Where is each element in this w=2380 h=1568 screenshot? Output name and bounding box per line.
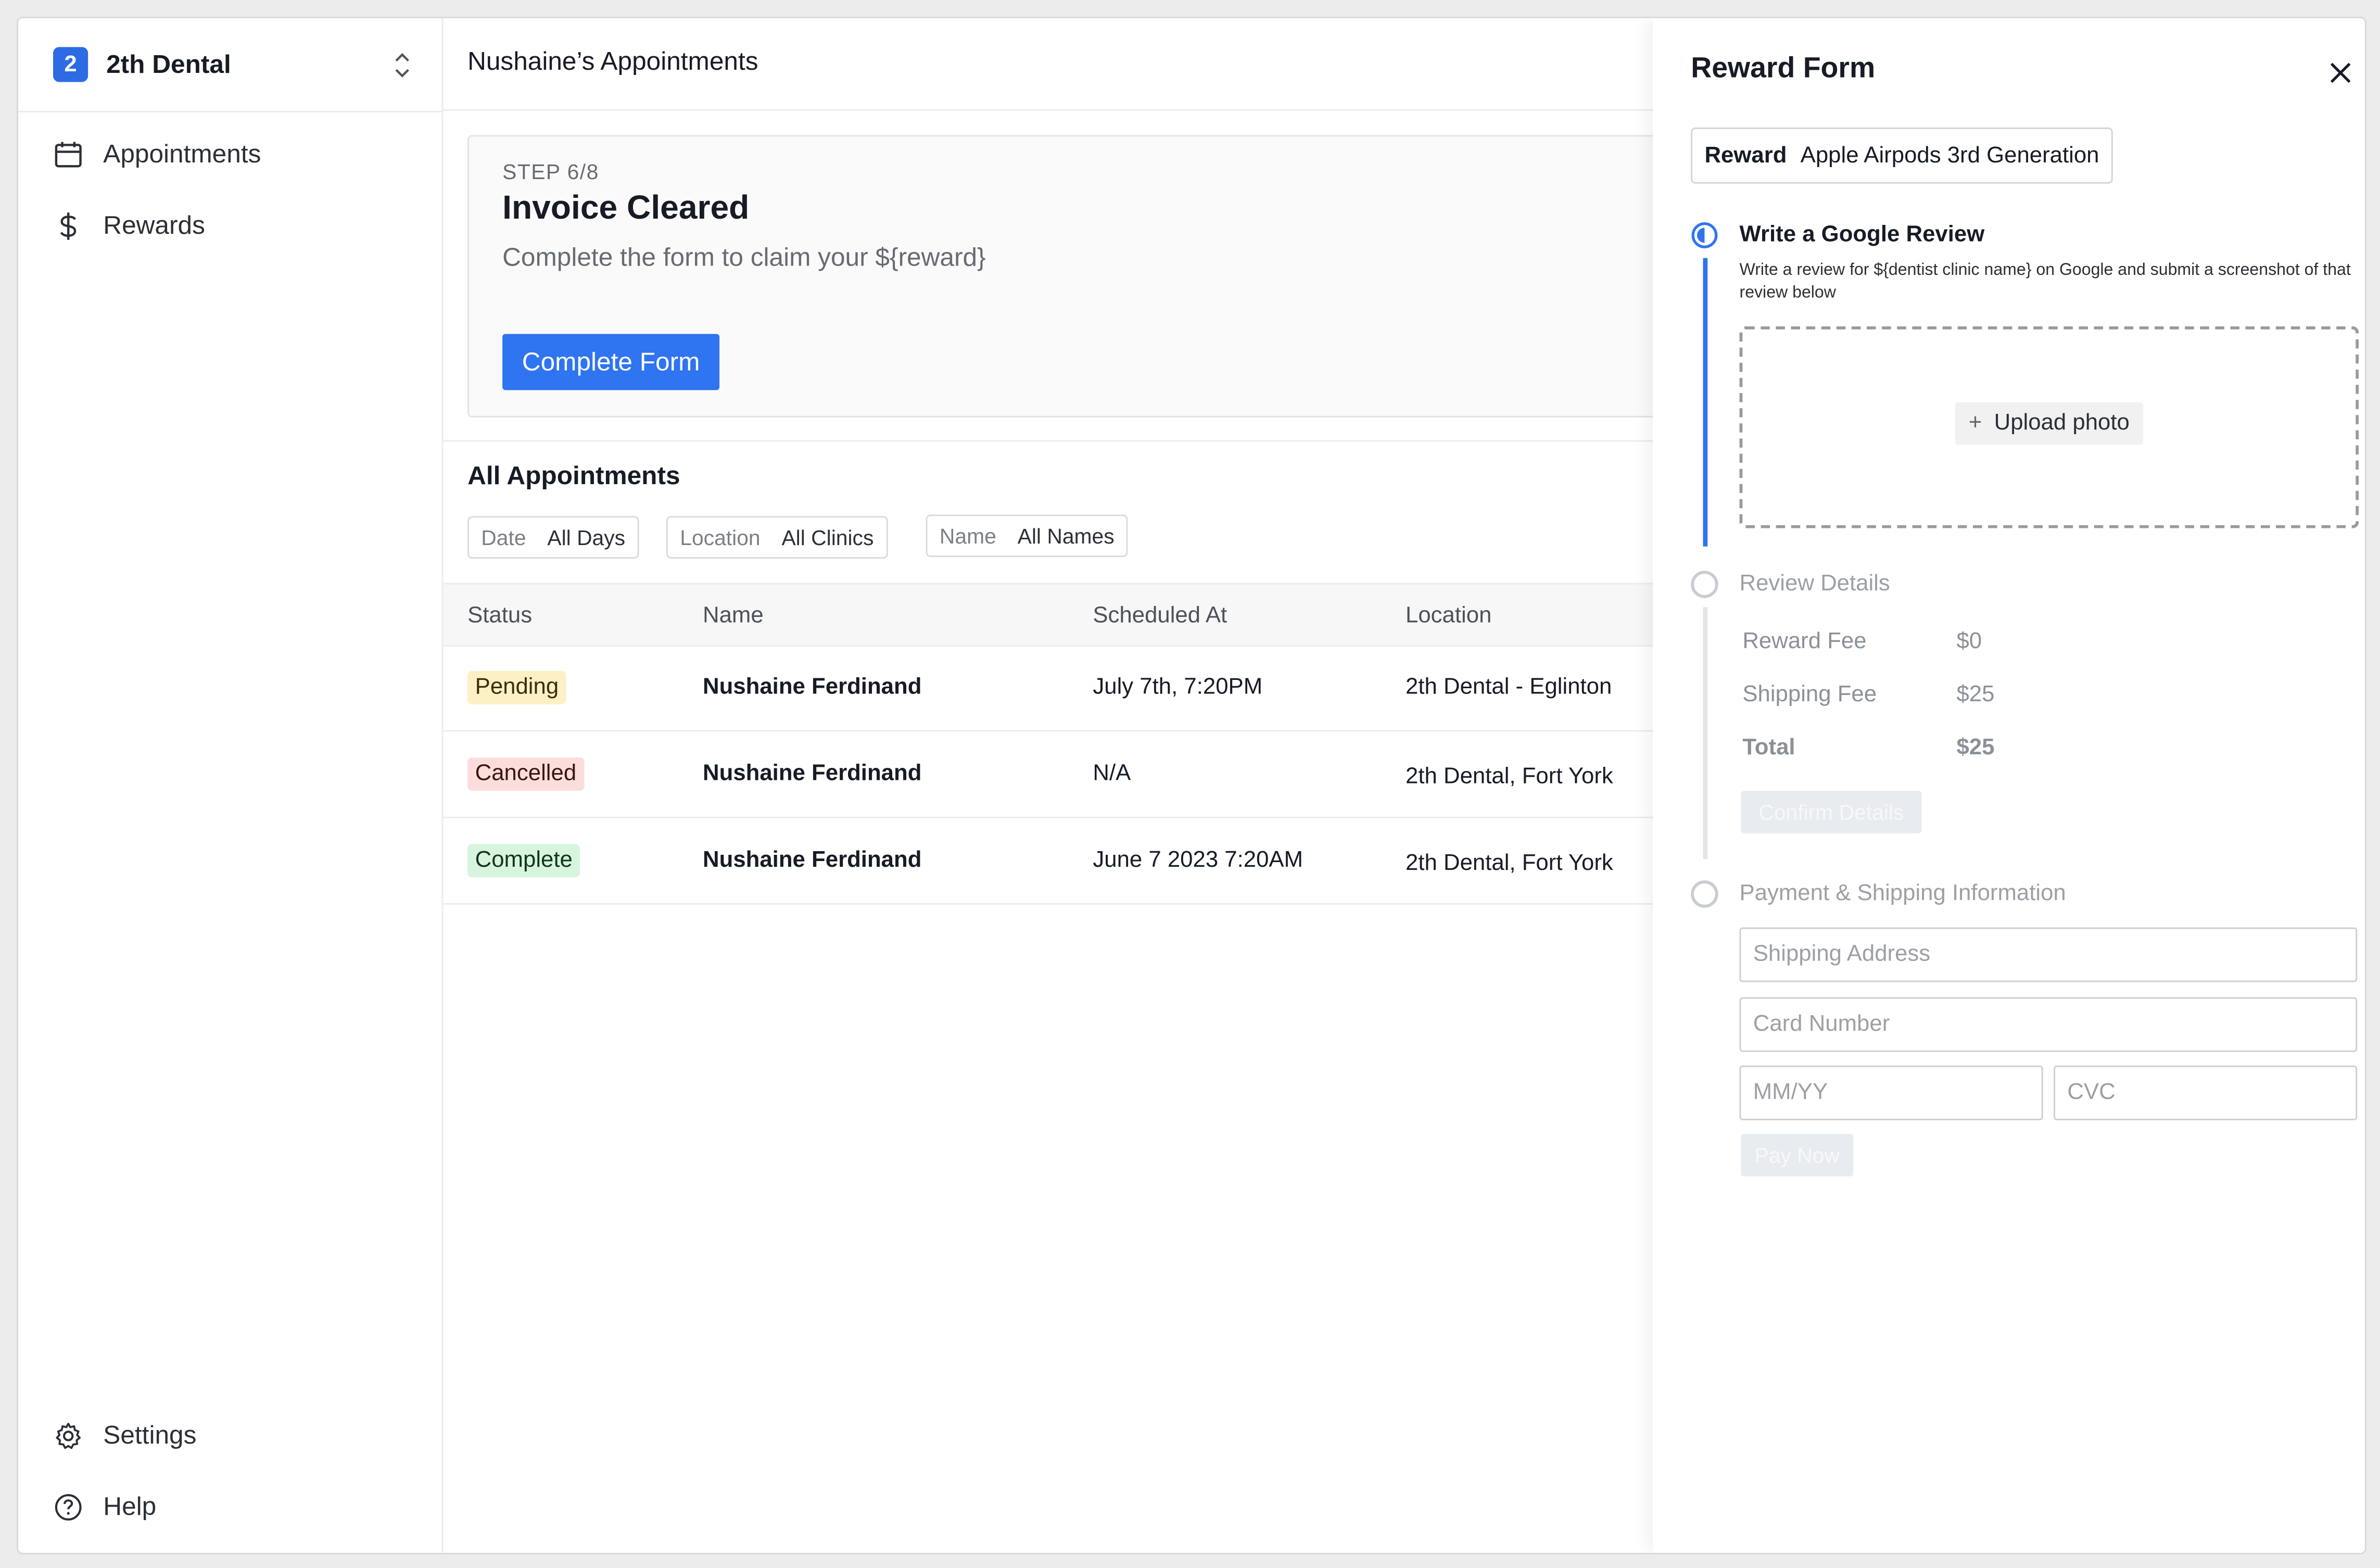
shipping-fee-value: $25: [1956, 681, 1995, 707]
chevron-up-down-icon: [395, 53, 409, 78]
card-number-field[interactable]: Card Number: [1739, 997, 2358, 1052]
status-badge: Pending: [467, 671, 566, 704]
column-header-location[interactable]: Location: [1406, 603, 1491, 629]
confirm-details-button[interactable]: Confirm Details: [1741, 791, 1922, 833]
shipping-address-field[interactable]: Shipping Address: [1739, 927, 2358, 982]
clinic-switcher[interactable]: 2 2th Dental: [18, 18, 442, 112]
sidebar-item-label: Appointments: [103, 140, 261, 169]
column-header-status[interactable]: Status: [467, 603, 532, 629]
scheduled-at: N/A: [1093, 760, 1131, 787]
expiry-field[interactable]: MM/YY: [1739, 1065, 2043, 1120]
step-details-title: Review Details: [1739, 571, 1890, 597]
location: 2th Dental, Fort York: [1406, 850, 1613, 876]
table-row[interactable]: Cancelled Nushaine Ferdinand N/A 2th Den…: [443, 731, 1658, 818]
date-filter[interactable]: Date All Days: [467, 516, 639, 559]
reward-summary: Reward Apple Airpods 3rd Generation: [1691, 127, 2113, 184]
plus-icon: +: [1968, 410, 1982, 436]
step-in-progress-icon: [1691, 222, 1718, 248]
dollar-icon: [60, 212, 77, 240]
status-badge: Complete: [467, 844, 580, 878]
shipping-fee-label: Shipping Fee: [1742, 681, 1877, 707]
calendar-icon: [55, 142, 82, 168]
pay-now-button[interactable]: Pay Now: [1741, 1134, 1854, 1177]
help-circle-icon: [55, 1494, 82, 1521]
reward-fee-label: Reward Fee: [1742, 628, 1867, 654]
location: 2th Dental - Eglinton: [1406, 674, 1612, 700]
patient-name: Nushaine Ferdinand: [703, 760, 922, 787]
close-icon[interactable]: [2328, 61, 2353, 85]
sidebar-item-label: Help: [103, 1492, 157, 1521]
gear-icon: [56, 1423, 81, 1449]
app-window: 2 2th Dental Appointments Rewards Settin…: [17, 17, 2366, 1554]
sidebar-item-appointments[interactable]: Appointments: [53, 135, 261, 175]
scheduled-at: June 7 2023 7:20AM: [1093, 847, 1303, 873]
step-description: Complete the form to claim your ${reward…: [502, 243, 986, 272]
step-pending-icon: [1691, 880, 1718, 908]
reward-label: Reward: [1704, 143, 1787, 169]
step-payment-title: Payment & Shipping Information: [1739, 880, 2066, 906]
step-review-title: Write a Google Review: [1739, 221, 1985, 248]
panel-title: Reward Form: [1691, 53, 1876, 85]
location: 2th Dental, Fort York: [1406, 763, 1613, 790]
step-review-hint: Write a review for ${dentist clinic name…: [1739, 261, 2351, 302]
sidebar-item-help[interactable]: Help: [53, 1487, 156, 1527]
name-filter[interactable]: Name All Names: [926, 514, 1128, 558]
status-badge: Cancelled: [467, 757, 584, 791]
table-row[interactable]: Complete Nushaine Ferdinand June 7 2023 …: [443, 818, 1658, 905]
table-row[interactable]: Pending Nushaine Ferdinand July 7th, 7:2…: [443, 645, 1658, 732]
section-title: All Appointments: [467, 461, 680, 490]
filter-label: Location: [680, 525, 761, 550]
filter-value: All Names: [1017, 523, 1115, 548]
main-header: Nushaine’s Appointments: [443, 18, 1658, 111]
step-pending-icon: [1691, 571, 1718, 598]
patient-name: Nushaine Ferdinand: [703, 847, 922, 873]
upload-dropzone[interactable]: + Upload photo: [1739, 326, 2359, 528]
filter-value: All Days: [547, 525, 626, 550]
column-header-name[interactable]: Name: [703, 603, 764, 629]
sidebar: 2 2th Dental Appointments Rewards Settin…: [18, 18, 444, 1553]
reward-form-panel: Reward Form Reward Apple Airpods 3rd Gene…: [1653, 18, 2365, 1553]
sidebar-item-settings[interactable]: Settings: [53, 1416, 196, 1456]
total-value: $25: [1956, 735, 1995, 761]
patient-name: Nushaine Ferdinand: [703, 674, 922, 700]
step-card: STEP 6/8 Invoice Cleared Complete the fo…: [467, 135, 1685, 418]
clinic-badge: 2: [53, 47, 88, 82]
step-progress-line: [1703, 258, 1708, 547]
column-header-scheduled[interactable]: Scheduled At: [1093, 603, 1227, 629]
total-label: Total: [1742, 735, 1795, 761]
sidebar-item-label: Rewards: [103, 211, 205, 240]
upload-label: Upload photo: [1994, 410, 2130, 436]
divider: [443, 440, 1658, 442]
sidebar-item-label: Settings: [103, 1421, 197, 1450]
upload-photo-button[interactable]: + Upload photo: [1955, 402, 2144, 445]
complete-form-button[interactable]: Complete Form: [502, 334, 720, 390]
reward-value: Apple Airpods 3rd Generation: [1800, 143, 2099, 169]
filter-label: Date: [481, 525, 526, 550]
filter-value: All Clinics: [781, 525, 874, 550]
clinic-name: 2th Dental: [106, 50, 231, 79]
table-header: Status Name Scheduled At Location: [443, 583, 1658, 647]
page-title: Nushaine’s Appointments: [467, 47, 758, 76]
location-filter[interactable]: Location All Clinics: [666, 516, 888, 559]
step-progress-line: [1703, 607, 1708, 859]
sidebar-item-rewards[interactable]: Rewards: [53, 207, 205, 246]
step-title: Invoice Cleared: [502, 188, 750, 226]
scheduled-at: July 7th, 7:20PM: [1093, 674, 1263, 700]
reward-fee-value: $0: [1956, 628, 1982, 654]
cvc-field[interactable]: CVC: [2054, 1065, 2358, 1120]
step-counter: STEP 6/8: [502, 159, 599, 184]
filter-label: Name: [939, 523, 996, 548]
main-content: Nushaine’s Appointments STEP 6/8 Invoice…: [443, 18, 1685, 1553]
